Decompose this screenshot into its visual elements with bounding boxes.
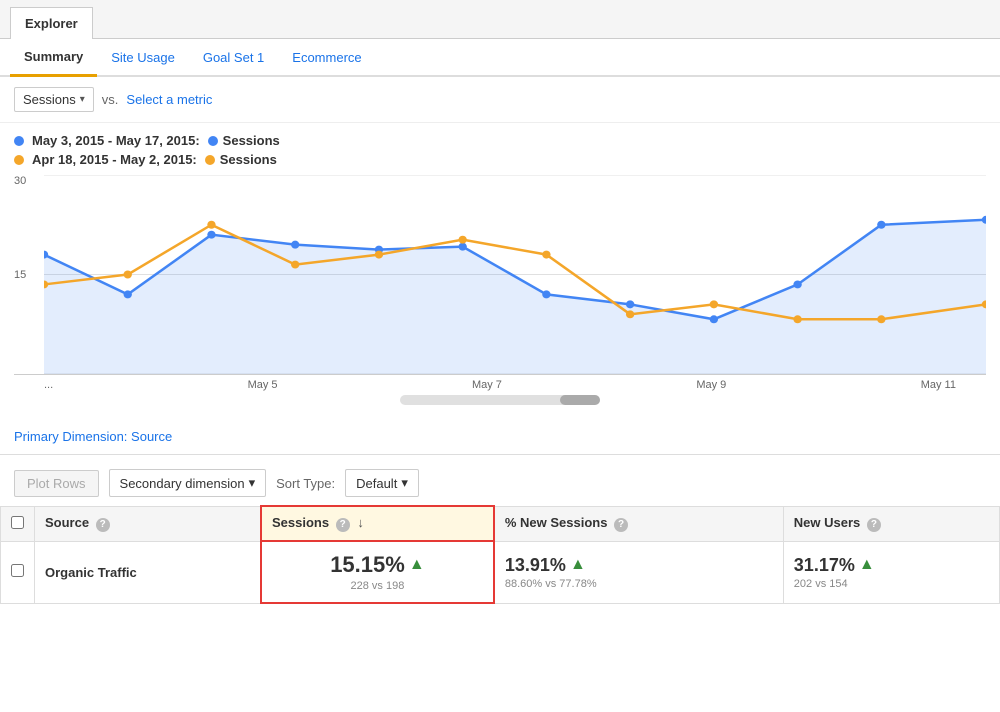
sessions-sort-icon[interactable]: ↓ (357, 515, 364, 530)
th-new-users: New Users ? (783, 506, 999, 541)
new-sessions-cell: 13.91% ▲ 88.60% vs 77.78% (494, 541, 783, 603)
chart-svg (44, 175, 986, 374)
legend-row-secondary: Apr 18, 2015 - May 2, 2015: Sessions (14, 152, 986, 167)
sessions-value: 15.15% ▲ (272, 552, 483, 578)
legend-dot-secondary (14, 155, 24, 165)
chart-scrollbar[interactable] (14, 391, 986, 409)
vs-label: vs. (102, 92, 119, 107)
sort-type-arrow-icon: ▾ (401, 475, 408, 491)
tab-goal-set-1[interactable]: Goal Set 1 (189, 40, 278, 75)
new-sessions-sub: 88.60% vs 77.78% (505, 578, 773, 590)
x-axis: ... May 5 May 7 May 9 May 11 (14, 375, 986, 391)
sessions-up-arrow-icon: ▲ (409, 556, 425, 574)
y-label-top: 30 (14, 175, 26, 187)
select-metric-link[interactable]: Select a metric (126, 92, 212, 107)
new-users-sub: 202 vs 154 (794, 578, 989, 590)
source-cell: Organic Traffic (35, 541, 261, 603)
y-label-mid: 15 (14, 269, 26, 281)
secondary-dimension-button[interactable]: Secondary dimension ▾ (109, 469, 267, 497)
new-sessions-up-arrow-icon: ▲ (570, 556, 586, 574)
x-label-3: May 9 (696, 379, 726, 391)
legend-metric-secondary: Sessions (205, 152, 277, 167)
th-new-sessions: % New Sessions ? (494, 506, 783, 541)
row-checkbox[interactable] (11, 564, 24, 577)
sessions-help-icon[interactable]: ? (336, 518, 350, 532)
new-users-up-arrow-icon: ▲ (859, 556, 875, 574)
new-users-cell: 31.17% ▲ 202 vs 154 (783, 541, 999, 603)
tab-summary[interactable]: Summary (10, 39, 97, 77)
scrollbar-track[interactable] (400, 395, 600, 405)
th-source: Source ? (35, 506, 261, 541)
legend-row-primary: May 3, 2015 - May 17, 2015: Sessions (14, 133, 986, 148)
primary-dimension: Primary Dimension: Source (0, 419, 1000, 448)
data-table: Source ? Sessions ? ↓ % New Sessions ? N… (0, 505, 1000, 604)
dropdown-arrow-icon: ▾ (80, 94, 85, 105)
plot-rows-button: Plot Rows (14, 470, 99, 497)
chart-area: 30 15 (0, 175, 1000, 419)
table-row: Organic Traffic 15.15% ▲ 228 vs 198 13.9… (1, 541, 1000, 603)
source-help-icon[interactable]: ? (96, 518, 110, 532)
metric-dropdown[interactable]: Sessions ▾ (14, 87, 94, 112)
legend-dot-secondary2 (205, 155, 215, 165)
sessions-cell: 15.15% ▲ 228 vs 198 (261, 541, 494, 603)
divider (0, 454, 1000, 455)
new-users-help-icon[interactable]: ? (867, 518, 881, 532)
metric-label: Sessions (23, 92, 76, 107)
sort-type-label: Sort Type: (276, 476, 335, 491)
tab-site-usage[interactable]: Site Usage (97, 40, 189, 75)
legend-metric-primary: Sessions (208, 133, 280, 148)
scrollbar-thumb[interactable] (560, 395, 600, 405)
legend-area: May 3, 2015 - May 17, 2015: Sessions Apr… (0, 123, 1000, 175)
secondary-dim-arrow-icon: ▾ (249, 475, 256, 491)
table-controls: Plot Rows Secondary dimension ▾ Sort Typ… (0, 461, 1000, 505)
metric-selector-row: Sessions ▾ vs. Select a metric (0, 77, 1000, 123)
th-sessions[interactable]: Sessions ? ↓ (261, 506, 494, 541)
sort-type-button[interactable]: Default ▾ (345, 469, 419, 497)
x-label-1: May 5 (248, 379, 278, 391)
chart-container: 30 15 (14, 175, 986, 375)
new-users-value: 31.17% ▲ (794, 555, 989, 576)
explorer-tab[interactable]: Explorer (10, 7, 93, 39)
legend-dot-primary (14, 136, 24, 146)
x-label-4: May 11 (921, 379, 956, 391)
legend-date-secondary: Apr 18, 2015 - May 2, 2015: (32, 152, 197, 167)
new-sessions-help-icon[interactable]: ? (614, 518, 628, 532)
legend-dot-primary2 (208, 136, 218, 146)
x-label-0: ... (44, 379, 53, 391)
th-checkbox (1, 506, 35, 541)
sessions-sub: 228 vs 198 (272, 580, 483, 592)
row-checkbox-cell (1, 541, 35, 603)
table-header-row: Source ? Sessions ? ↓ % New Sessions ? N… (1, 506, 1000, 541)
new-sessions-value: 13.91% ▲ (505, 555, 773, 576)
sub-tab-bar: Summary Site Usage Goal Set 1 Ecommerce (0, 39, 1000, 77)
legend-date-primary: May 3, 2015 - May 17, 2015: (32, 133, 200, 148)
tab-ecommerce[interactable]: Ecommerce (278, 40, 375, 75)
x-label-2: May 7 (472, 379, 502, 391)
explorer-tab-bar: Explorer (0, 0, 1000, 39)
select-all-checkbox[interactable] (11, 516, 24, 529)
